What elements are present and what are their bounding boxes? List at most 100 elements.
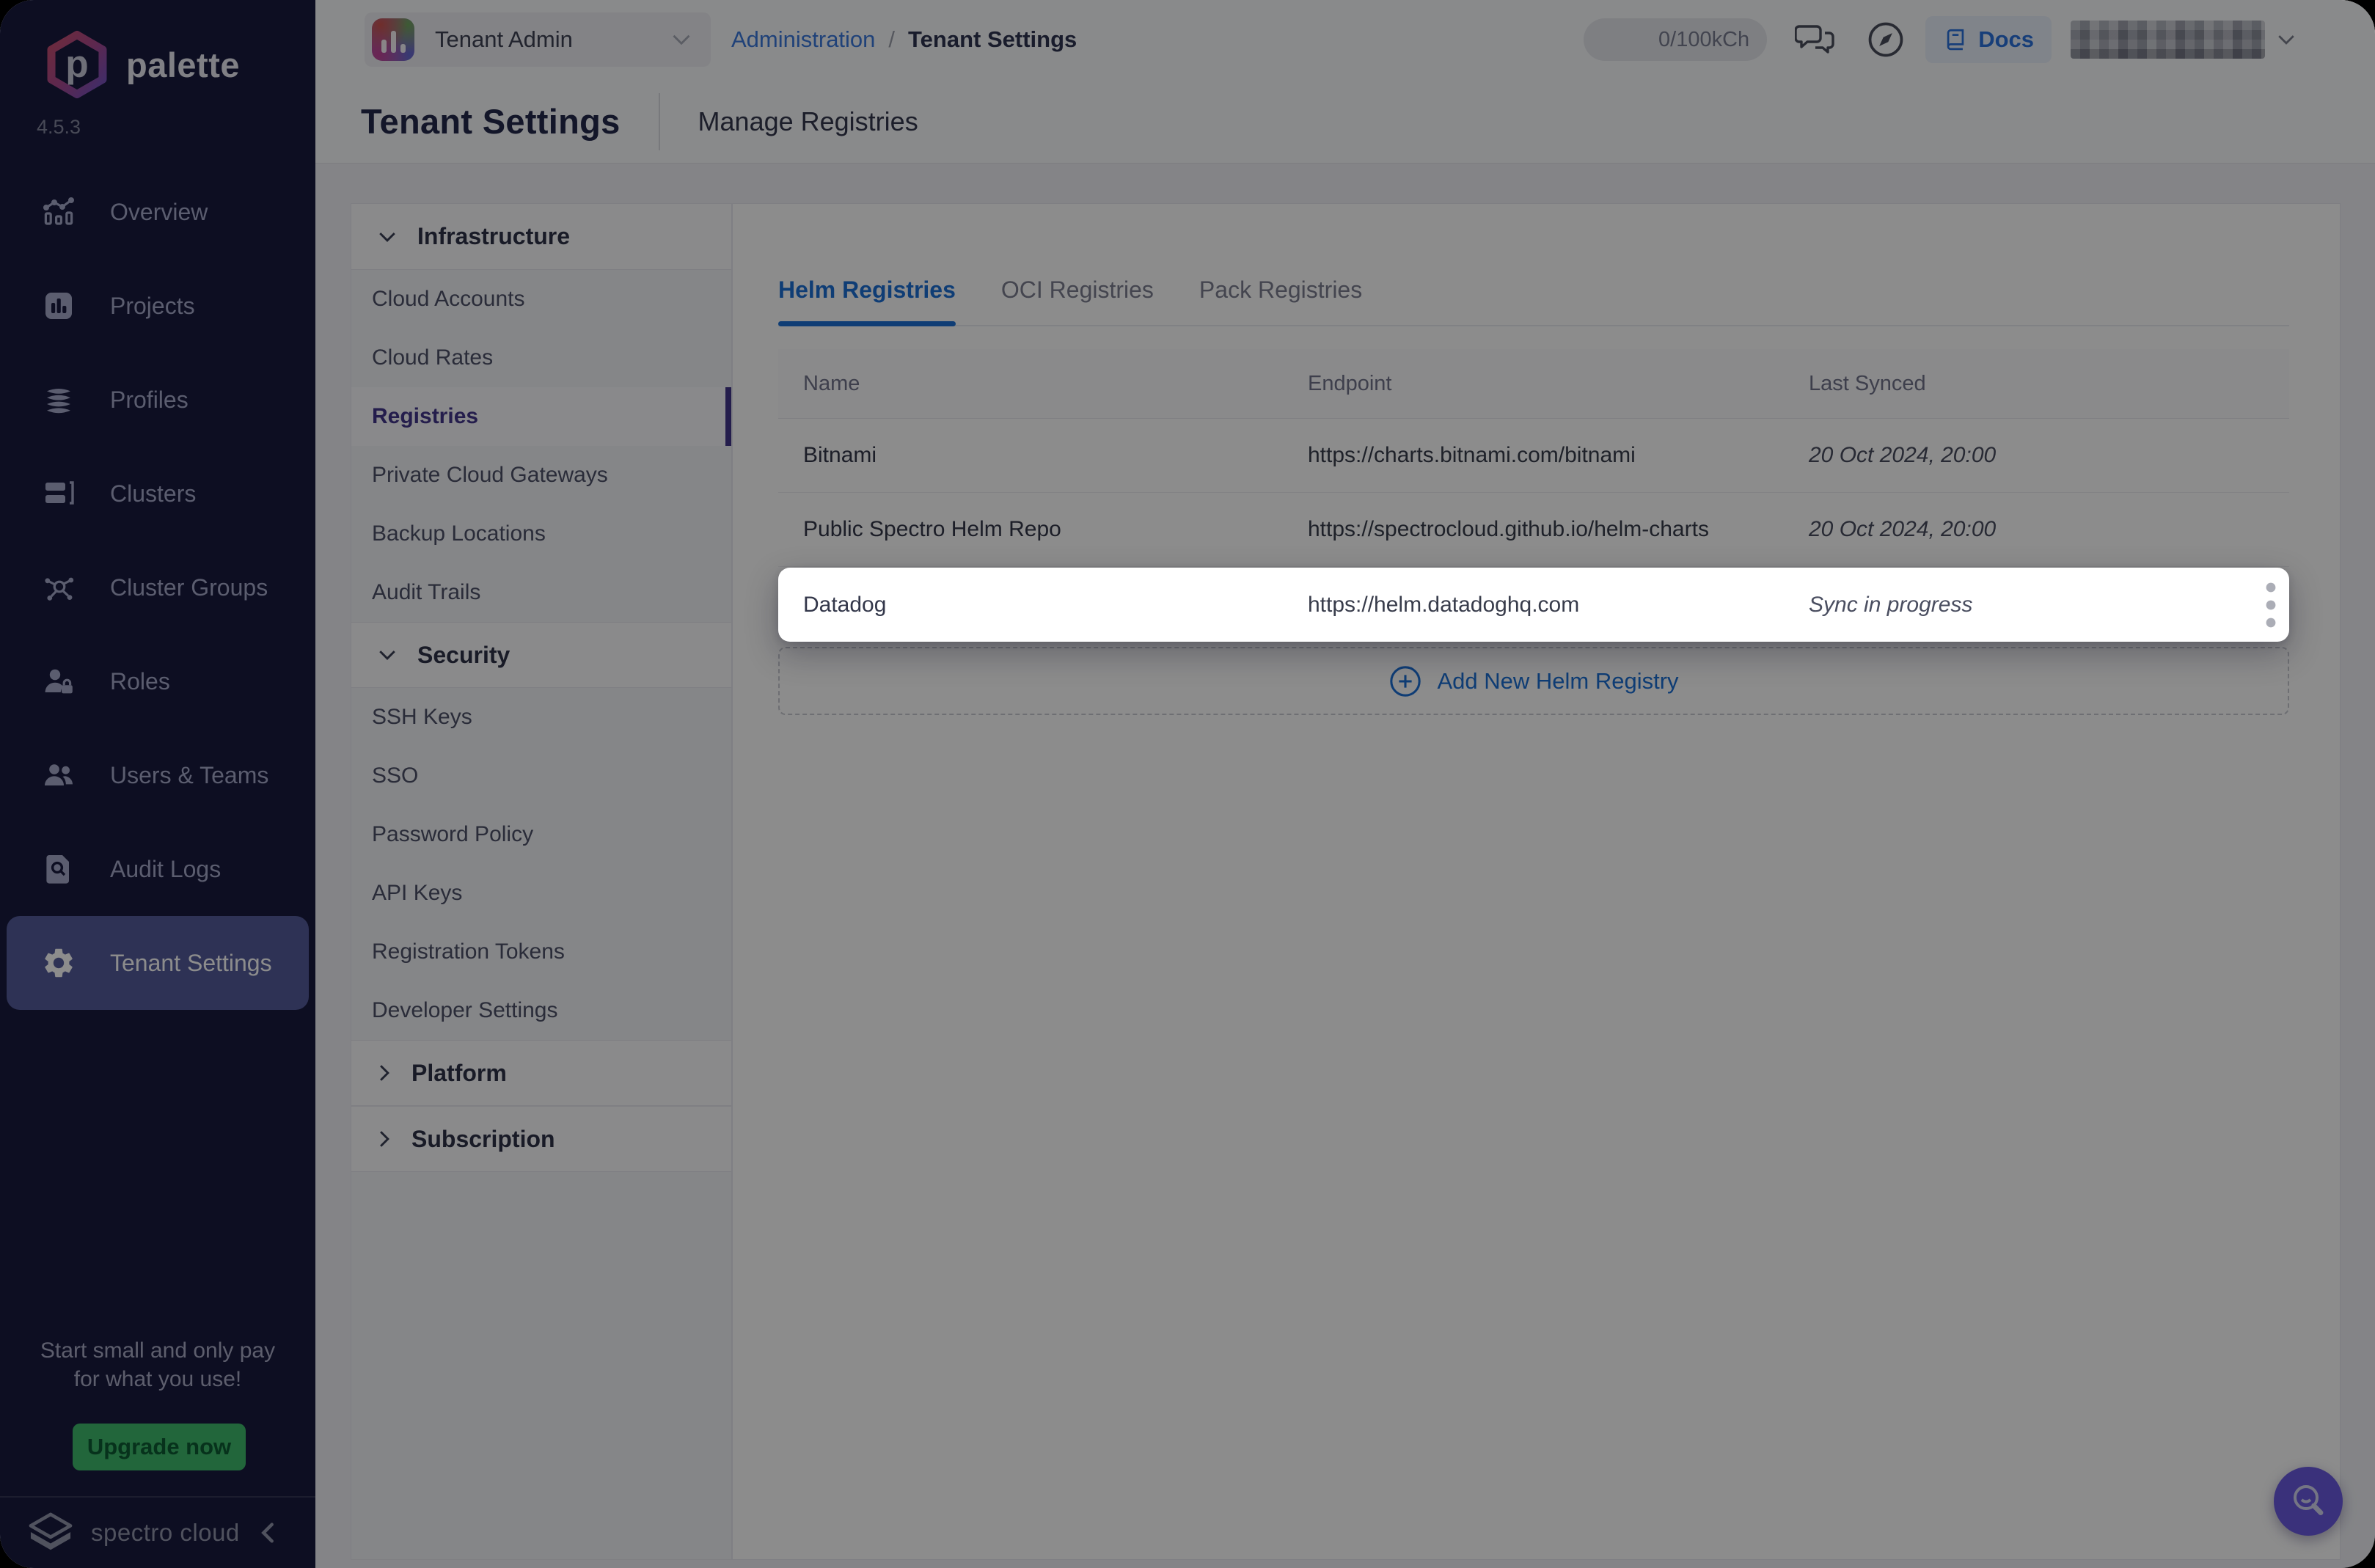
spectro-cloud-logo-icon — [26, 1512, 75, 1554]
breadcrumb-current: Tenant Settings — [908, 26, 1077, 53]
cluster-groups-icon — [40, 568, 78, 607]
docs-button[interactable]: Docs — [1925, 16, 2052, 63]
section-security[interactable]: Security — [351, 622, 731, 688]
clusters-icon — [40, 475, 78, 513]
settings-nav-item-cloud-rates[interactable]: Cloud Rates — [351, 329, 731, 387]
breadcrumb-parent-link[interactable]: Administration — [731, 26, 875, 53]
scope-icon — [372, 18, 414, 61]
settings-nav-item-sso[interactable]: SSO — [351, 747, 731, 805]
settings-nav-item-ssh-keys[interactable]: SSH Keys — [351, 688, 731, 747]
column-header-name: Name — [778, 372, 1308, 396]
breadcrumb-separator: / — [888, 26, 895, 53]
sidebar-nav: Overview Projects — [0, 165, 315, 1010]
page-title: Tenant Settings — [361, 101, 621, 142]
brand: p palette — [43, 31, 240, 98]
sidebar-item-tenant-settings[interactable]: Tenant Settings — [7, 916, 309, 1010]
section-infrastructure-items: Cloud Accounts Cloud Rates Registries Pr… — [351, 270, 731, 622]
settings-nav-item-audit-trails[interactable]: Audit Trails — [351, 563, 731, 622]
registry-endpoint: https://spectrocloud.github.io/helm-char… — [1308, 517, 1809, 542]
profiles-icon — [40, 381, 78, 419]
settings-nav-item-password-policy[interactable]: Password Policy — [351, 805, 731, 864]
add-new-helm-registry-label: Add New Helm Registry — [1437, 668, 1678, 695]
sidebar-item-label: Tenant Settings — [110, 950, 272, 977]
settings-nav-item-registration-tokens[interactable]: Registration Tokens — [351, 923, 731, 981]
palette-logo-icon: p — [43, 31, 111, 98]
top-bar: Tenant Admin Administration / Tenant Set… — [315, 0, 2375, 164]
sidebar-item-label: Audit Logs — [110, 856, 221, 883]
app-version: 4.5.3 — [37, 116, 81, 139]
app-window: p palette 4.5.3 Overview — [0, 0, 2375, 1568]
table-row-bitnami[interactable]: Bitnami https://charts.bitnami.com/bitna… — [778, 419, 2289, 493]
upsell-message: Start small and only pay for what you us… — [22, 1336, 293, 1393]
chevron-right-icon — [378, 1129, 391, 1148]
sidebar-item-label: Projects — [110, 293, 195, 320]
section-label: Subscription — [411, 1126, 555, 1153]
upgrade-now-button[interactable]: Upgrade now — [73, 1424, 246, 1470]
sidebar-footer-divider — [0, 1496, 315, 1498]
spectro-cloud-brand: spectro cloud — [91, 1519, 240, 1547]
chat-icon — [1795, 20, 1837, 59]
user-name-redacted — [2071, 21, 2265, 59]
top-bar-actions: 0/100kCh — [1584, 0, 2296, 79]
section-subscription[interactable]: Subscription — [351, 1106, 731, 1172]
registry-endpoint: https://charts.bitnami.com/bitnami — [1308, 443, 1809, 468]
sidebar-item-users-teams[interactable]: Users & Teams — [0, 728, 315, 822]
kebab-menu-icon[interactable] — [2260, 575, 2282, 635]
section-infrastructure[interactable]: Infrastructure — [351, 204, 731, 270]
upsell-line2: for what you use! — [22, 1365, 293, 1393]
user-menu[interactable] — [2071, 21, 2296, 59]
sidebar-item-cluster-groups[interactable]: Cluster Groups — [0, 541, 315, 634]
brand-name: palette — [126, 45, 240, 85]
column-header-endpoint: Endpoint — [1308, 372, 1809, 396]
settings-nav-item-api-keys[interactable]: API Keys — [351, 864, 731, 923]
section-platform[interactable]: Platform — [351, 1040, 731, 1106]
usage-quota-value: 0/100kCh — [1658, 28, 1749, 52]
projects-icon — [40, 287, 78, 325]
magnifier-smile-icon — [2288, 1481, 2329, 1522]
sidebar-item-projects[interactable]: Projects — [0, 259, 315, 353]
add-new-helm-registry-button[interactable]: Add New Helm Registry — [778, 647, 2289, 715]
sidebar-item-roles[interactable]: Roles — [0, 634, 315, 728]
column-header-last-synced: Last Synced — [1809, 372, 2232, 396]
sidebar-item-overview[interactable]: Overview — [0, 165, 315, 259]
roles-icon — [40, 662, 78, 700]
registry-last-synced: 20 Oct 2024, 20:00 — [1809, 517, 2232, 542]
chevron-down-icon — [2277, 33, 2296, 46]
page-header: Tenant Settings Manage Registries — [315, 79, 2375, 164]
sidebar-collapse-button[interactable] — [252, 1516, 283, 1550]
chevron-right-icon — [378, 1063, 391, 1082]
registry-name: Public Spectro Helm Repo — [778, 517, 1308, 542]
sidebar-item-audit-logs[interactable]: Audit Logs — [0, 822, 315, 916]
chevron-down-icon — [671, 32, 692, 47]
svg-text:p: p — [65, 43, 88, 85]
table-header-row: Name Endpoint Last Synced — [778, 349, 2289, 419]
tab-helm-registries[interactable]: Helm Registries — [778, 274, 956, 325]
sidebar-item-profiles[interactable]: Profiles — [0, 353, 315, 447]
table-row-datadog-spotlighted[interactable]: Datadog https://helm.datadoghq.com Sync … — [778, 568, 2289, 642]
settings-nav-item-cloud-accounts[interactable]: Cloud Accounts — [351, 270, 731, 329]
settings-nav-item-registries[interactable]: Registries — [351, 387, 731, 446]
users-teams-icon — [40, 756, 78, 794]
sidebar-item-label: Clusters — [110, 480, 196, 508]
search-assistant-fab[interactable] — [2274, 1467, 2343, 1536]
settings-nav-item-private-cloud-gateways[interactable]: Private Cloud Gateways — [351, 446, 731, 505]
audit-logs-icon — [40, 850, 78, 888]
registry-last-synced: 20 Oct 2024, 20:00 — [1809, 443, 2232, 468]
registry-name: Bitnami — [778, 443, 1308, 468]
settings-nav-item-developer-settings[interactable]: Developer Settings — [351, 981, 731, 1040]
feedback-chat-button[interactable] — [1795, 20, 1837, 59]
main-area: Tenant Admin Administration / Tenant Set… — [315, 0, 2375, 1568]
sidebar-item-clusters[interactable]: Clusters — [0, 447, 315, 541]
sidebar-item-label: Users & Teams — [110, 762, 268, 789]
sidebar-item-label: Roles — [110, 668, 170, 695]
gear-icon — [40, 944, 78, 982]
tab-oci-registries[interactable]: OCI Registries — [1001, 274, 1154, 325]
settings-nav-item-backup-locations[interactable]: Backup Locations — [351, 505, 731, 563]
usage-quota-pill: 0/100kCh — [1584, 18, 1767, 61]
tab-pack-registries[interactable]: Pack Registries — [1199, 274, 1362, 325]
scope-selector[interactable]: Tenant Admin — [365, 12, 711, 67]
explore-compass-button[interactable] — [1865, 19, 1906, 60]
breadcrumb: Administration / Tenant Settings — [731, 0, 1077, 79]
table-row-public-spectro-helm-repo[interactable]: Public Spectro Helm Repo https://spectro… — [778, 493, 2289, 567]
sidebar: p palette 4.5.3 Overview — [0, 0, 315, 1568]
